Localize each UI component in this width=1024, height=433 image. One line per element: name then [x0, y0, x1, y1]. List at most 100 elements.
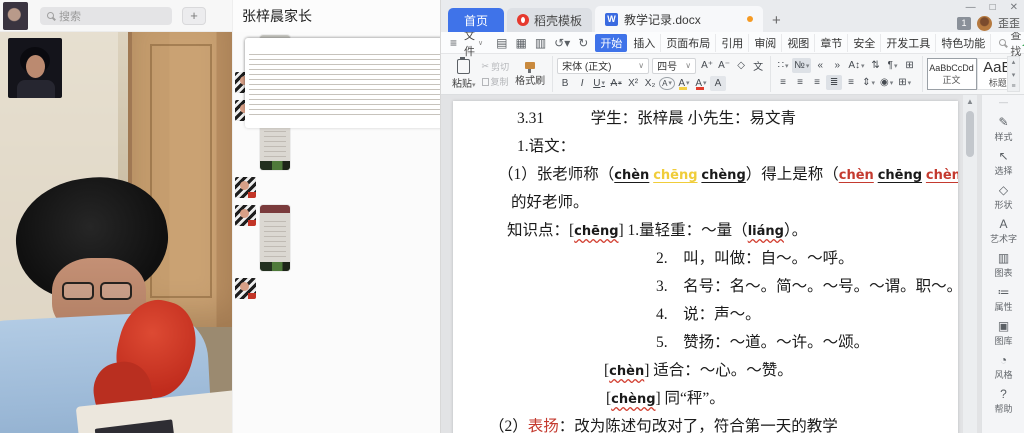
properties-panel-icon: ≔ [997, 286, 1009, 299]
gallery-down-icon[interactable]: ▾ [1012, 71, 1016, 79]
gallery-panel-button[interactable]: ▣图库 [994, 320, 1012, 347]
justify-button[interactable]: ≣ [826, 75, 842, 90]
print-preview-icon[interactable]: ▥ [532, 36, 549, 50]
char-shading-button[interactable]: A [710, 76, 726, 91]
insert-table-button[interactable]: ⊞ [902, 58, 918, 73]
font-size-select[interactable]: 四号∨ [652, 58, 696, 74]
sort-button[interactable]: ⇅ [868, 58, 884, 73]
contact-avatar[interactable] [235, 177, 256, 198]
underline-button[interactable]: U▾ [591, 76, 607, 91]
distribute-button[interactable]: ≡ [843, 75, 859, 90]
shrink-font-button[interactable]: A⁻ [716, 58, 732, 73]
line-spacing-button[interactable]: ⇕▾ [860, 75, 877, 90]
numbered-list-button[interactable]: №▾ [792, 58, 811, 73]
tab-home[interactable]: 首页 [448, 8, 504, 32]
select-panel-button[interactable]: ↖选择 [994, 150, 1012, 177]
grow-font-button[interactable]: A⁺ [699, 58, 715, 73]
style-theme-panel-button[interactable]: ◔风格 [994, 354, 1012, 381]
superscript-button[interactable]: X² [625, 76, 641, 91]
chat-message[interactable] [235, 177, 440, 198]
bold-button[interactable]: B [557, 76, 573, 91]
user-avatar[interactable] [977, 16, 992, 31]
chat-message[interactable] [235, 205, 440, 271]
ribbon-tab-插入[interactable]: 插入 [628, 34, 661, 52]
align-left-button[interactable]: ≡ [775, 75, 791, 90]
my-avatar[interactable] [3, 2, 28, 30]
wordart-panel-button[interactable]: A艺术字 [990, 218, 1017, 245]
save-icon[interactable]: ▤ [493, 36, 510, 50]
italic-button[interactable]: I [574, 76, 590, 91]
shading-button[interactable]: ◉▾ [878, 75, 895, 90]
add-chat-button[interactable]: + [182, 7, 206, 25]
increase-indent-button[interactable]: » [829, 58, 845, 73]
para-mark-button[interactable]: ¶▾ [885, 58, 901, 73]
bullet-list-button[interactable]: ∷▾ [775, 58, 791, 73]
close-button[interactable]: ✕ [1010, 2, 1018, 14]
chat-message-list[interactable] [232, 32, 440, 433]
align-right-button[interactable]: ≡ [809, 75, 825, 90]
minimize-button[interactable]: — [966, 2, 976, 14]
style-正文[interactable]: AaBbCcDd正文 [927, 58, 977, 90]
video-call-window[interactable] [0, 32, 232, 433]
char-scale-button[interactable]: A↕▾ [846, 58, 866, 73]
tab-docer-templates[interactable]: 稻壳模板 [507, 8, 592, 32]
ribbon-tab-引用[interactable]: 引用 [716, 34, 749, 52]
properties-panel-button[interactable]: ≔属性 [994, 286, 1012, 313]
styles-gallery-scroll[interactable]: ▴ ▾ ≡ [1007, 56, 1020, 92]
font-name-select[interactable]: 宋体 (正文)∨ [557, 58, 649, 74]
ribbon-tab-章节[interactable]: 章节 [815, 34, 848, 52]
self-view-video[interactable] [8, 38, 62, 98]
pinyin-guide-button[interactable]: 文 [750, 58, 766, 73]
gallery-more-icon[interactable]: ≡ [1011, 83, 1015, 90]
hamburger-icon[interactable]: ≡ [447, 36, 460, 50]
shapes-panel-button[interactable]: ◇形状 [994, 184, 1012, 211]
align-center-button[interactable]: ≡ [792, 75, 808, 90]
borders-button[interactable]: ⊞▾ [896, 75, 913, 90]
side-item-label: 属性 [994, 300, 1012, 313]
font-color-button[interactable]: A▾ [693, 76, 709, 91]
subscript-button[interactable]: X₂ [642, 76, 658, 91]
ribbon-tab-开发工具[interactable]: 开发工具 [881, 34, 936, 52]
decrease-indent-button[interactable]: « [812, 58, 828, 73]
undo-icon[interactable]: ↺▾ [551, 36, 573, 50]
gallery-up-icon[interactable]: ▴ [1012, 58, 1016, 66]
ribbon-tab-开始[interactable]: 开始 [595, 34, 627, 52]
find-icon [999, 39, 1006, 46]
copy-button[interactable]: 复制 [482, 75, 510, 88]
styles-panel-button[interactable]: ✎样式 [994, 116, 1012, 143]
ribbon-tab-特色功能[interactable]: 特色功能 [936, 34, 991, 52]
contact-avatar[interactable] [235, 278, 256, 299]
new-tab-button[interactable]: + [763, 12, 790, 32]
redo-icon[interactable]: ↻ [575, 36, 591, 50]
ribbon-tab-安全[interactable]: 安全 [848, 34, 881, 52]
scroll-up-icon[interactable]: ▲ [966, 95, 974, 109]
print-icon[interactable]: ▦ [512, 36, 529, 50]
cut-button[interactable]: ✂剪切 [482, 60, 510, 73]
chat-message[interactable] [235, 278, 440, 299]
ribbon-tab-视图[interactable]: 视图 [782, 34, 815, 52]
panel-handle[interactable]: — [999, 97, 1008, 109]
photo-thumbnail[interactable] [245, 38, 440, 128]
style-标题 1[interactable]: AaBb标题 1 [977, 58, 1007, 90]
search-input[interactable]: 搜索 [40, 7, 172, 25]
help-panel-button[interactable]: ?帮助 [994, 388, 1012, 415]
ribbon-tab-页面布局[interactable]: 页面布局 [661, 34, 716, 52]
chart-panel-button[interactable]: ▥图表 [994, 252, 1012, 279]
notification-badge[interactable]: 1 [957, 17, 971, 30]
contact-avatar[interactable] [235, 205, 256, 226]
scrollbar-thumb[interactable] [966, 111, 974, 157]
document-page[interactable]: 3.31 学生：张梓晨 小先生：易文青1.语文：（1）张老师称（chèn chē… [453, 101, 958, 433]
photo-thumbnail[interactable] [260, 205, 290, 271]
maximize-button[interactable]: □ [990, 2, 996, 14]
strikethrough-button[interactable]: A▾ [608, 76, 624, 91]
enclose-char-button[interactable]: A▾ [659, 77, 675, 90]
user-chip[interactable]: 1 歪歪 [957, 15, 1020, 31]
format-painter-button[interactable]: 格式刷 [512, 62, 548, 87]
paste-button[interactable]: 粘贴▾ [449, 59, 479, 90]
highlight-button[interactable]: A▾ [676, 76, 692, 91]
vertical-scrollbar[interactable]: ▲ [963, 95, 977, 433]
tab-document[interactable]: W 教学记录.docx [595, 6, 763, 32]
page-lines [264, 217, 286, 261]
ribbon-tab-审阅[interactable]: 审阅 [749, 34, 782, 52]
clear-format-button[interactable]: ◇ [733, 58, 749, 73]
